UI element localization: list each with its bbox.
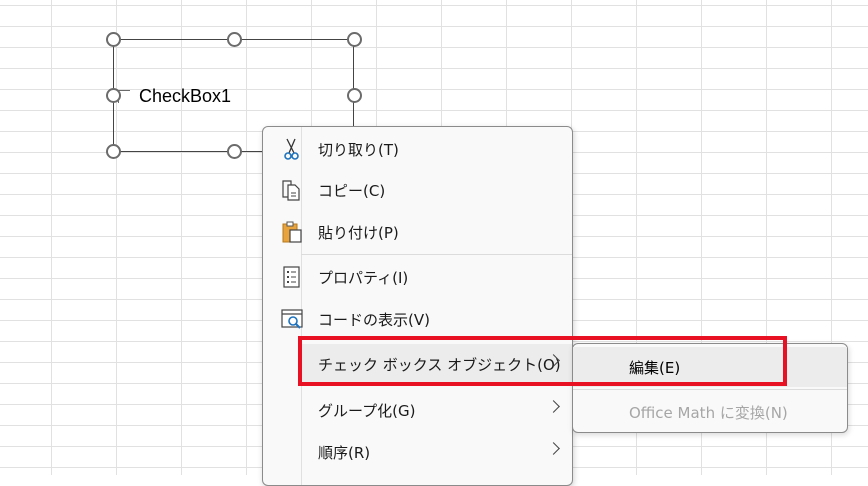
resize-handle-right[interactable] [347,88,362,103]
resize-handle-bottom-left[interactable] [106,144,121,159]
chevron-right-icon [547,400,560,413]
menu-item-label: プロパティ(I) [318,268,409,287]
resize-handle-bottom[interactable] [227,144,242,159]
paste-icon [280,220,304,244]
context-menu: 切り取り(T) コピー(C) 貼り付け(P) プロパティ(I) コードの表示(V… [262,126,573,486]
resize-handle-top-left[interactable] [106,32,121,47]
menu-item-copy[interactable]: コピー(C) [263,170,572,210]
menu-item-label: 貼り付け(P) [318,223,399,242]
menu-item-label: コードの表示(V) [318,310,430,329]
menu-item-properties[interactable]: プロパティ(I) [263,257,572,297]
highlight-annotation [298,336,787,386]
submenu-item-label: Office Math に変換(N) [629,403,788,422]
checkbox-control[interactable]: CheckBox1 [118,84,231,108]
menu-item-label: 切り取り(T) [318,140,399,159]
menu-item-paste[interactable]: 貼り付け(P) [263,212,572,252]
resize-handle-top[interactable] [227,32,242,47]
menu-item-label: グループ化(G) [318,401,416,420]
checkbox-label: CheckBox1 [139,85,232,106]
properties-icon [280,265,304,289]
resize-handle-top-right[interactable] [347,32,362,47]
menu-divider [573,389,847,390]
menu-item-order[interactable]: 順序(R) [263,432,572,472]
chevron-right-icon [547,442,560,455]
menu-item-view-code[interactable]: コードの表示(V) [263,299,572,339]
menu-item-cut[interactable]: 切り取り(T) [263,129,572,169]
view-code-icon [280,307,304,331]
menu-item-label: 順序(R) [318,443,371,462]
scissors-icon [280,137,304,161]
resize-handle-left[interactable] [106,88,121,103]
submenu-item-convert-office-math[interactable]: Office Math に変換(N) [573,392,847,432]
menu-item-label: コピー(C) [318,181,386,200]
menu-divider [301,254,572,255]
copy-icon [280,178,304,202]
menu-item-group[interactable]: グループ化(G) [263,390,572,430]
